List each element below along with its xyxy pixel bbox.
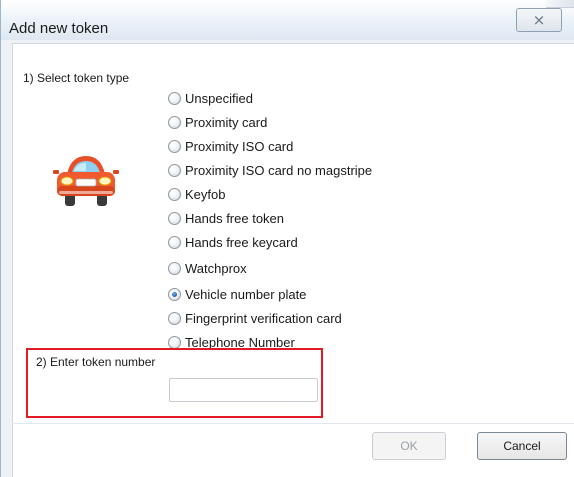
radio-option-hands-free-keycard[interactable]: Hands free keycard: [168, 232, 428, 252]
radio-label: Unspecified: [185, 90, 253, 106]
radio-label: Proximity ISO card no magstripe: [185, 162, 373, 178]
radio-option-unspecified[interactable]: Unspecified: [168, 88, 428, 108]
token-number-input[interactable]: [169, 378, 318, 402]
radio-button[interactable]: [168, 235, 181, 249]
title-bar[interactable]: Add new token: [1, 0, 574, 40]
radio-option-proximity-card[interactable]: Proximity card: [168, 112, 428, 132]
radio-button[interactable]: [168, 311, 181, 325]
radio-button[interactable]: [168, 139, 181, 153]
radio-option-keyfob[interactable]: Keyfob: [168, 184, 428, 204]
radio-label: Vehicle number plate: [185, 286, 307, 302]
close-button[interactable]: ⨯: [516, 8, 562, 32]
radio-option-proximity-iso-card[interactable]: Proximity ISO card: [168, 136, 428, 156]
dialog-title: Add new token: [9, 20, 109, 37]
radio-button[interactable]: [168, 187, 181, 201]
radio-button[interactable]: [168, 261, 181, 275]
radio-label: Keyfob: [185, 186, 226, 202]
screen: Add new token ⨯ 1) Select token type Uns…: [0, 0, 574, 477]
background-window-edge: [546, 0, 574, 8]
radio-button[interactable]: [168, 115, 181, 129]
radio-button[interactable]: [168, 91, 181, 105]
radio-option-proximity-iso-card-no-magstripe[interactable]: Proximity ISO card no magstripe: [168, 160, 428, 180]
button-bar-divider: [12, 423, 574, 424]
radio-option-hands-free-token[interactable]: Hands free token: [168, 208, 428, 228]
radio-button-selected[interactable]: [168, 287, 181, 301]
radio-label: Watchprox: [185, 260, 247, 276]
radio-label: Hands free token: [185, 210, 285, 226]
radio-button[interactable]: [168, 211, 181, 225]
radio-button[interactable]: [168, 335, 181, 349]
radio-option-watchprox[interactable]: Watchprox: [168, 258, 428, 278]
radio-label: Hands free keycard: [185, 234, 298, 250]
radio-button[interactable]: [168, 163, 181, 177]
radio-label: Proximity card: [185, 114, 268, 130]
ok-button[interactable]: OK: [372, 432, 446, 460]
radio-option-fingerprint-verification-card[interactable]: Fingerprint verification card: [168, 308, 428, 328]
add-token-dialog: Add new token ⨯ 1) Select token type Uns…: [0, 0, 574, 477]
enter-token-number-label: 2) Enter token number: [36, 355, 156, 369]
cancel-button[interactable]: Cancel: [477, 432, 567, 460]
close-icon: ⨯: [532, 11, 546, 29]
radio-label: Fingerprint verification card: [185, 310, 342, 326]
select-token-type-label: 1) Select token type: [23, 71, 130, 85]
car-icon: [53, 156, 119, 206]
radio-label: Proximity ISO card: [185, 138, 294, 154]
radio-option-vehicle-number-plate[interactable]: Vehicle number plate: [168, 284, 428, 304]
